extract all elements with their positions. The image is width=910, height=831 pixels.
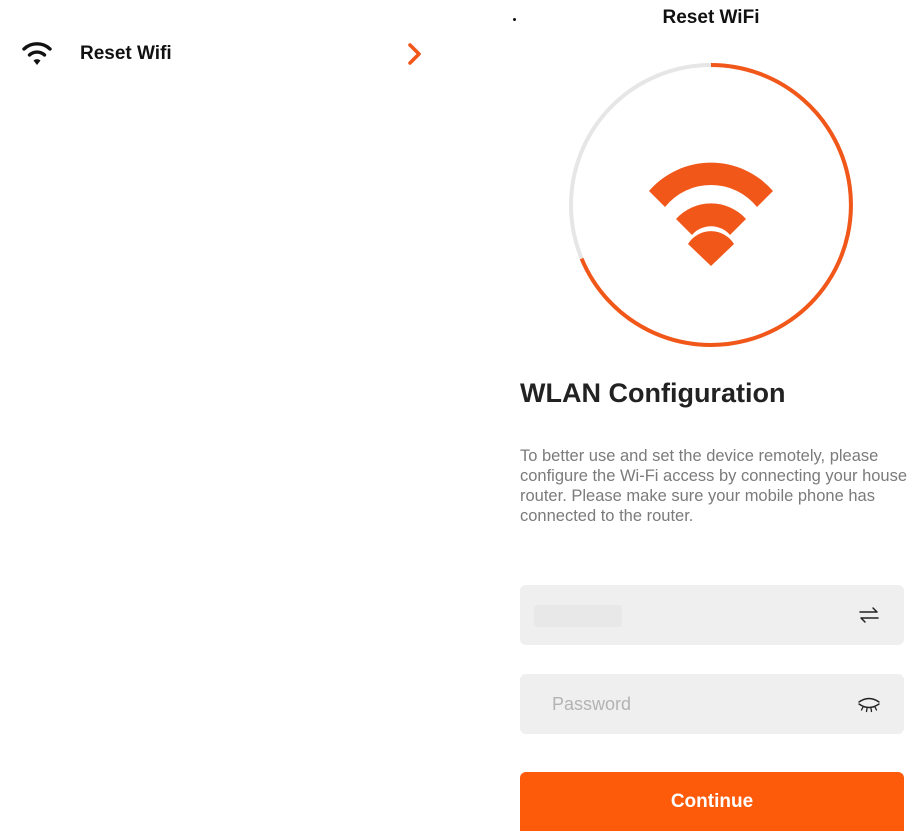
continue-button[interactable]: Continue <box>520 772 904 831</box>
password-field[interactable] <box>520 674 904 734</box>
switch-network-icon[interactable] <box>856 602 882 628</box>
wifi-icon <box>649 162 773 266</box>
eye-closed-icon[interactable] <box>856 691 882 717</box>
password-input[interactable] <box>552 674 832 734</box>
section-title: WLAN Configuration <box>520 378 786 408</box>
chevron-right-icon <box>408 43 421 65</box>
wifi-icon <box>22 42 52 65</box>
description-text: To better use and set the device remotel… <box>520 447 908 525</box>
wifi-progress-ring <box>569 63 853 347</box>
ssid-value-redacted <box>534 605 622 627</box>
reset-wifi-label: Reset Wifi <box>80 43 172 64</box>
reset-wifi-row[interactable]: Reset Wifi <box>18 34 438 74</box>
nav-title: Reset WiFi <box>662 7 760 28</box>
wifi-network-field[interactable] <box>520 585 904 645</box>
